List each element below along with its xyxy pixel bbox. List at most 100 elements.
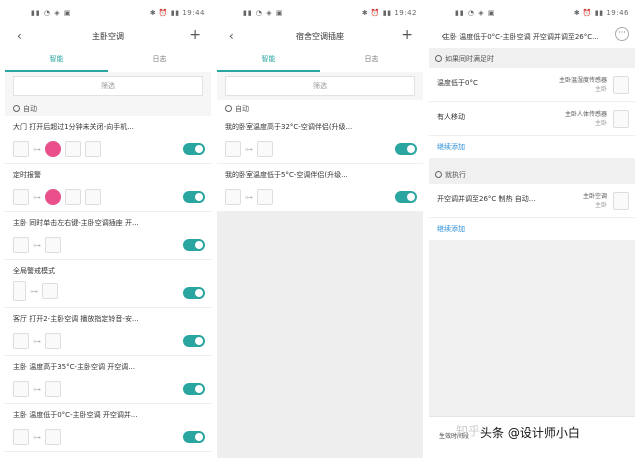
plug-icon bbox=[45, 381, 61, 397]
trigger-device-icon bbox=[13, 189, 29, 205]
then-section: 就执行 bbox=[429, 164, 635, 184]
sensor-icon bbox=[613, 76, 629, 94]
rule-devices: ⊶ bbox=[13, 381, 61, 397]
device-name: 主卧空调 bbox=[582, 193, 607, 200]
watermark: 头条 @设计师小白 bbox=[480, 426, 580, 440]
condition-icon bbox=[435, 55, 442, 62]
rule-devices: ⊶ bbox=[225, 189, 273, 205]
trigger-device-icon bbox=[13, 429, 29, 445]
device-room: 主卧 bbox=[594, 120, 607, 127]
add-action-link[interactable]: 继续添加 bbox=[429, 218, 635, 240]
plug-icon bbox=[42, 283, 58, 299]
link-icon: ⊶ bbox=[33, 144, 41, 154]
trigger-device-icon bbox=[225, 189, 241, 205]
toggle-knob bbox=[195, 241, 203, 249]
toggle-knob bbox=[195, 145, 203, 153]
add-condition-link[interactable]: 继续添加 bbox=[429, 136, 635, 158]
rule-toggle[interactable] bbox=[183, 287, 205, 299]
rule-item[interactable]: 我的卧室温度低于5°C-空调伴侣(升级... ⊶ bbox=[217, 164, 423, 212]
action-row[interactable]: 开空调并调至26°C 制热 自动... 主卧空调 主卧 bbox=[429, 184, 635, 218]
rule-name: 客厅 打开2-主卧空调 播放指定铃音-安... bbox=[13, 315, 139, 323]
plug-icon bbox=[45, 429, 61, 445]
tab-smart[interactable]: 智能 bbox=[5, 48, 108, 72]
rule-devices: ⊶ bbox=[13, 141, 101, 157]
add-icon[interactable]: + bbox=[189, 27, 201, 43]
link-icon: ⊶ bbox=[33, 432, 41, 442]
rule-toggle[interactable] bbox=[183, 239, 205, 251]
action-device: 主卧空调 主卧 bbox=[583, 192, 607, 210]
trigger-device-icon bbox=[225, 141, 241, 157]
section-auto: 自动 bbox=[217, 100, 423, 116]
rule-item[interactable]: 我的卧室温度高于32°C-空调伴侣(升级... ⊶ bbox=[217, 116, 423, 164]
rule-name: 全局警戒模式 bbox=[13, 267, 55, 275]
condition-device: 主卧人体传感器 主卧 bbox=[565, 110, 607, 128]
page-title: 主卧空调 bbox=[92, 32, 124, 41]
plug-icon bbox=[65, 189, 81, 205]
link-icon: ⊶ bbox=[33, 192, 41, 202]
filter-button[interactable]: 筛选 bbox=[225, 76, 415, 96]
tabs: 智能 日志 bbox=[5, 48, 211, 72]
rule-devices: ⊶ bbox=[225, 141, 273, 157]
device-name: 主卧温湿度传感器 bbox=[558, 77, 607, 84]
trigger-device-icon bbox=[13, 381, 29, 397]
rule-item[interactable]: 定时报警 ⊶ bbox=[5, 164, 211, 212]
plug-icon bbox=[257, 141, 273, 157]
rule-toggle[interactable] bbox=[183, 191, 205, 203]
condition-row[interactable]: 温度低于0°C 主卧温湿度传感器 主卧 bbox=[429, 68, 635, 102]
toggle-knob bbox=[195, 289, 203, 297]
rule-devices: ⊶ bbox=[13, 189, 101, 205]
rule-devices: ⊶ bbox=[13, 281, 58, 301]
if-section-label: 如果同时满足时 bbox=[445, 55, 494, 63]
rule-item[interactable]: 主卧 同时单击左右键-主卧空调插座 开... ⊶ bbox=[5, 212, 211, 260]
status-time: ✱ ⏰ ▮▮ 19:44 bbox=[149, 9, 205, 17]
link-icon: ⊶ bbox=[245, 192, 253, 202]
motion-sensor-icon bbox=[613, 110, 629, 128]
rule-toggle[interactable] bbox=[395, 191, 417, 203]
add-icon[interactable]: + bbox=[401, 27, 413, 43]
tab-log[interactable]: 日志 bbox=[320, 48, 423, 72]
plug-icon bbox=[85, 141, 101, 157]
header: ‹ 主卧空调 + bbox=[5, 26, 211, 48]
link-icon: ⊶ bbox=[33, 384, 41, 394]
status-time: ✱ ⏰ ▮▮ 19:42 bbox=[361, 9, 417, 17]
filter-area: 筛选 bbox=[217, 72, 423, 100]
rule-item[interactable]: 客厅 打开2-主卧空调 播放指定铃音-安... ⊶ bbox=[5, 308, 211, 356]
more-icon[interactable]: ··· bbox=[615, 27, 629, 41]
header: ‹ 宿舍空调插座 + bbox=[217, 26, 423, 48]
link-icon: ⊶ bbox=[33, 240, 41, 250]
trigger-device-icon bbox=[13, 237, 29, 253]
rule-toggle[interactable] bbox=[395, 143, 417, 155]
status-bar: ▮▮ ◔ ◈ ▣ ✱ ⏰ ▮▮ 19:42 bbox=[217, 0, 423, 26]
rule-item[interactable]: 主卧 温度低于0°C-主卧空调 开空调并... ⊶ bbox=[5, 404, 211, 452]
link-icon: ⊶ bbox=[33, 336, 41, 346]
screen-3: ▮▮ ◔ ◈ ▣ ✱ ⏰ ▮▮ 19:46 ‹ 主卧 温度低于0°C-主卧空调 开空… bbox=[429, 0, 635, 458]
toggle-knob bbox=[195, 385, 203, 393]
screen-1: ▮▮ ◔ ◈ ▣ ✱ ⏰ ▮▮ 19:44 ‹ 主卧空调 + 智能 日志 筛选 自动 大… bbox=[5, 0, 211, 458]
status-bar: ▮▮ ◔ ◈ ▣ ✱ ⏰ ▮▮ 19:44 bbox=[5, 0, 211, 26]
trigger-device-icon bbox=[13, 333, 29, 349]
status-bar: ▮▮ ◔ ◈ ▣ ✱ ⏰ ▮▮ 19:46 bbox=[429, 0, 635, 26]
condition-row[interactable]: 有人移动 主卧人体传感器 主卧 bbox=[429, 102, 635, 136]
rule-item[interactable]: 大门 打开后超过1分钟未关闭-向手机... ⊶ bbox=[5, 116, 211, 164]
rule-devices: ⊶ bbox=[13, 429, 61, 445]
rule-toggle[interactable] bbox=[183, 143, 205, 155]
rule-item[interactable]: 主卧 温度高于35°C-主卧空调 开空调... ⊶ bbox=[5, 356, 211, 404]
rule-toggle[interactable] bbox=[183, 383, 205, 395]
filter-button[interactable]: 筛选 bbox=[13, 76, 203, 96]
toggle-knob bbox=[195, 193, 203, 201]
toggle-knob bbox=[195, 337, 203, 345]
rule-toggle[interactable] bbox=[183, 335, 205, 347]
auto-icon bbox=[13, 105, 20, 112]
condition-device: 主卧温湿度传感器 主卧 bbox=[559, 76, 607, 94]
status-icons-left: ▮▮ ◔ ◈ ▣ bbox=[243, 9, 284, 17]
then-section-label: 就执行 bbox=[445, 171, 466, 179]
tab-log[interactable]: 日志 bbox=[108, 48, 211, 72]
rule-name: 主卧 温度高于35°C-主卧空调 开空调... bbox=[13, 363, 135, 371]
tab-smart[interactable]: 智能 bbox=[217, 48, 320, 72]
plug-icon bbox=[613, 192, 629, 210]
rule-name: 我的卧室温度低于5°C-空调伴侣(升级... bbox=[225, 171, 348, 179]
rule-item[interactable]: 全局警戒模式 ⊶ bbox=[5, 260, 211, 308]
section-label: 自动 bbox=[23, 105, 37, 113]
plug-icon bbox=[65, 141, 81, 157]
rule-toggle[interactable] bbox=[183, 431, 205, 443]
